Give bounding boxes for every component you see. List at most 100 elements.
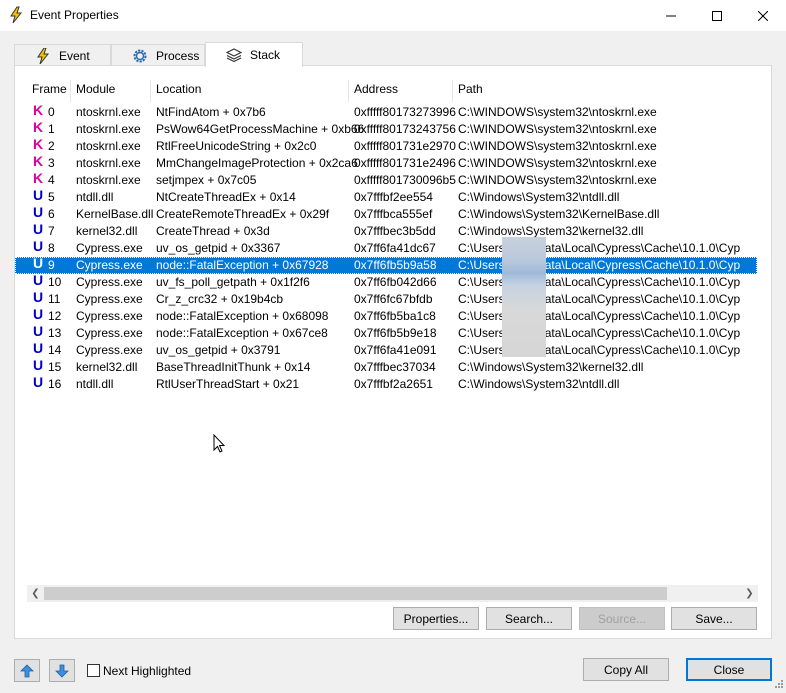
column-divider[interactable] [348, 80, 349, 102]
stack-row[interactable]: U 8 Cypress.exe uv_os_getpid + 0x3367 0x7ff6… [15, 239, 757, 257]
stack-row[interactable]: U 15 kernel32.dll BaseThreadInitThunk + 0x1… [15, 358, 757, 376]
window-title: Event Properties [30, 8, 119, 22]
previous-highlighted-button[interactable] [14, 659, 40, 682]
module-name: ntdll.dll [76, 377, 114, 391]
location: node::FatalException + 0x68098 [156, 309, 329, 323]
search-button[interactable]: Search... [486, 607, 572, 630]
frame-kind-marker: K [33, 136, 44, 152]
stack-row[interactable]: K 1 ntoskrnl.exe PsWow64GetProcessMachine +… [15, 119, 757, 138]
module-name: ntoskrnl.exe [76, 139, 141, 153]
tab-process[interactable]: Process [111, 44, 205, 66]
stack-row[interactable]: U 6 KernelBase.dll CreateRemoteThreadEx + 0… [15, 204, 757, 223]
column-divider[interactable] [452, 80, 453, 102]
tab-label: Event [59, 48, 90, 63]
module-name: Cypress.exe [76, 326, 143, 340]
stack-row[interactable]: U 10 Cypress.exe uv_fs_poll_getpath + 0x1f2… [15, 273, 757, 291]
column-header-location[interactable]: Location [156, 82, 201, 100]
save-button[interactable]: Save... [671, 607, 757, 630]
stack-row[interactable]: K 0 ntoskrnl.exe NtFindAtom + 0x7b6 0xfffff8… [15, 103, 757, 121]
module-name: kernel32.dll [76, 360, 138, 374]
frame-number: 9 [48, 258, 55, 272]
module-name: Cypress.exe [76, 275, 143, 289]
frame-number: 16 [48, 377, 62, 391]
minimize-icon [666, 15, 676, 16]
lightning-icon [10, 6, 23, 24]
gear-icon [133, 49, 147, 62]
address: 0xfffff801731e2970 [354, 139, 456, 153]
column-header-path[interactable]: Path [458, 82, 483, 100]
frame-kind-marker: U [33, 323, 44, 339]
address: 0x7fffbf2ee554 [354, 190, 433, 204]
frame-kind-marker: U [33, 340, 44, 356]
column-header-frame[interactable]: Frame [32, 82, 67, 100]
column-divider[interactable] [150, 80, 151, 102]
frame-kind-marker: U [33, 289, 44, 305]
column-header-address[interactable]: Address [354, 82, 398, 100]
frame-kind-marker: U [33, 255, 44, 271]
frame-kind-marker: U [33, 306, 44, 322]
layers-icon [226, 48, 242, 63]
lightning-icon [37, 47, 50, 64]
next-highlighted-checkbox[interactable] [87, 664, 100, 677]
stack-row[interactable]: K 4 ntoskrnl.exe setjmpex + 0x7c05 0xfffff80… [15, 170, 757, 189]
frame-kind-marker: U [33, 204, 44, 220]
address: 0xfffff801730096b5 [354, 173, 456, 187]
close-button[interactable]: Close [686, 658, 772, 681]
path: C:\WINDOWS\system32\ntoskrnl.exe [458, 123, 657, 136]
frame-kind-marker: K [33, 119, 44, 135]
location: node::FatalException + 0x67928 [156, 258, 329, 272]
scroll-right-icon[interactable]: ❯ [741, 585, 758, 602]
location: NtCreateThreadEx + 0x14 [156, 190, 296, 204]
location: uv_fs_poll_getpath + 0x1f2f6 [156, 275, 310, 289]
close-icon [758, 10, 768, 21]
properties-button[interactable]: Properties... [393, 607, 479, 630]
stack-row[interactable]: U 13 Cypress.exe node::FatalException + 0x6… [15, 323, 757, 342]
address: 0x7ff6fb5b9e18 [354, 326, 437, 340]
stack-row[interactable]: U 12 Cypress.exe node::FatalException + 0x6… [15, 306, 757, 325]
close-window-button[interactable] [740, 0, 786, 31]
location: setjmpex + 0x7c05 [156, 173, 257, 187]
location: PsWow64GetProcessMachine + 0xb66 [156, 122, 365, 136]
address: 0x7ff6fb042d66 [354, 275, 437, 289]
stack-row[interactable]: K 2 ntoskrnl.exe RtlFreeUnicodeString + 0x2… [15, 136, 757, 155]
stack-row[interactable]: U 14 Cypress.exe uv_os_getpid + 0x3791 0x7ff… [15, 340, 757, 359]
source-button[interactable]: Source... [579, 607, 665, 630]
minimize-button[interactable] [648, 0, 694, 31]
module-name: Cypress.exe [76, 292, 143, 306]
stack-row[interactable]: U 11 Cypress.exe Cr_z_crc32 + 0x19b4cb 0x7ff… [15, 289, 757, 308]
stack-row[interactable]: U 9 Cypress.exe node::FatalException + 0x67… [15, 255, 757, 274]
path: C:\Windows\System32\KernelBase.dll [458, 208, 660, 221]
location: BaseThreadInitThunk + 0x14 [156, 360, 311, 374]
tab-event[interactable]: Event [14, 44, 111, 66]
horizontal-scrollbar[interactable]: ❮ ❯ [27, 585, 758, 602]
next-highlighted-button[interactable] [49, 659, 75, 682]
frame-number: 11 [48, 292, 61, 306]
frame-kind-marker: K [33, 170, 44, 186]
stack-row[interactable]: K 3 ntoskrnl.exe MmChangeImageProtection + … [15, 154, 757, 172]
frame-number: 15 [48, 360, 62, 374]
tab-stack[interactable]: Stack [205, 42, 303, 67]
module-name: KernelBase.dll [76, 207, 154, 221]
scroll-left-icon[interactable]: ❮ [27, 585, 44, 602]
scroll-thumb[interactable] [44, 587, 667, 600]
frame-number: 8 [48, 241, 55, 255]
resize-grip-icon[interactable] [772, 679, 784, 691]
stack-row[interactable]: U 16 ntdll.dll RtlUserThreadStart + 0x21 0x7… [15, 375, 757, 393]
tab-label: Stack [250, 48, 281, 62]
address: 0x7ff6fa41dc67 [354, 241, 436, 255]
address: 0x7fffbca555ef [354, 207, 433, 221]
stack-row[interactable]: U 5 ntdll.dll NtCreateThreadEx + 0x14 0x7fff… [15, 187, 757, 206]
next-highlighted-label: Next Highlighted [103, 664, 192, 678]
address: 0x7fffbec37034 [354, 360, 436, 374]
path: C:\WINDOWS\system32\ntoskrnl.exe [458, 157, 657, 170]
address: 0xfffff801731e2496 [354, 156, 456, 170]
maximize-button[interactable] [694, 0, 740, 31]
column-divider[interactable] [70, 80, 71, 102]
column-header-module[interactable]: Module [76, 82, 115, 100]
location: Cr_z_crc32 + 0x19b4cb [156, 292, 284, 306]
stack-row[interactable]: U 7 kernel32.dll CreateThread + 0x3d 0x7fffb… [15, 222, 757, 240]
copy-all-button[interactable]: Copy All [583, 658, 669, 681]
address: 0x7ff6fa41e091 [354, 343, 437, 357]
address: 0x7ff6fb5ba1c8 [354, 309, 436, 323]
frame-kind-marker: U [33, 187, 44, 203]
